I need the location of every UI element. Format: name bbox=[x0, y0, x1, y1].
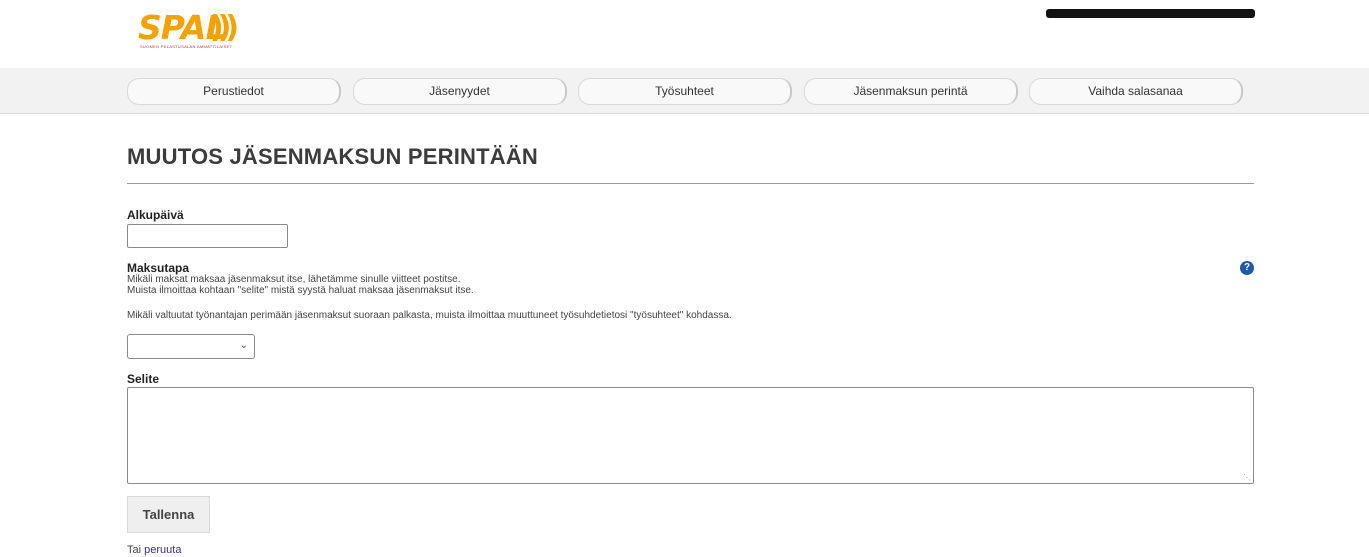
payment-method-select[interactable]: ⌄ bbox=[127, 334, 255, 359]
nav-item-tyosuhteet[interactable]: Työsuhteet bbox=[578, 78, 792, 105]
resize-handle-icon[interactable]: ⋱ bbox=[1243, 473, 1251, 482]
user-bar bbox=[1046, 9, 1255, 18]
nav-item-vaihda-salasanaa[interactable]: Vaihda salasanaa bbox=[1029, 78, 1243, 105]
help-icon[interactable]: ? bbox=[1240, 261, 1254, 275]
logo-tagline: SUOMEN PELASTUSALAN AMMATTILAISET bbox=[140, 44, 233, 49]
save-button[interactable]: Tallenna bbox=[127, 496, 210, 533]
start-date-label: Alkupäivä bbox=[127, 208, 184, 222]
cancel-link[interactable]: peruuta bbox=[144, 544, 181, 556]
payment-method-label: Maksutapa bbox=[127, 261, 190, 275]
nav-item-jasenyydet[interactable]: Jäsenyydet bbox=[353, 78, 567, 105]
explanation-label: Selite bbox=[127, 372, 160, 386]
nav-item-jasenmaksun-perinta[interactable]: Jäsenmaksun perintä bbox=[804, 78, 1018, 105]
cancel-line: Tai peruuta bbox=[127, 544, 181, 556]
start-date-input[interactable] bbox=[127, 224, 288, 248]
explanation-textarea[interactable]: ⋱ bbox=[127, 387, 1254, 484]
payment-info-line-3: Mikäli valtuutat työnantajan perimään jä… bbox=[127, 310, 732, 321]
logo-waves: ))) bbox=[210, 10, 239, 45]
payment-info-line-2: Muista ilmoittaa kohtaan "selite" mistä … bbox=[127, 285, 474, 296]
page-title: MUUTOS JÄSENMAKSUN PERINTÄÄN bbox=[127, 144, 538, 169]
chevron-down-icon: ⌄ bbox=[239, 340, 248, 351]
spal-logo[interactable]: SPAL ))) SUOMEN PELASTUSALAN AMMATTILAIS… bbox=[138, 8, 258, 52]
main-nav: Perustiedot Jäsenyydet Työsuhteet Jäsenm… bbox=[0, 68, 1369, 114]
title-divider bbox=[127, 183, 1254, 184]
cancel-prefix: Tai bbox=[127, 544, 142, 556]
payment-info-line-1: Mikäli maksat maksaa jäsenmaksut itse, l… bbox=[127, 274, 461, 285]
nav-item-perustiedot[interactable]: Perustiedot bbox=[127, 78, 341, 105]
